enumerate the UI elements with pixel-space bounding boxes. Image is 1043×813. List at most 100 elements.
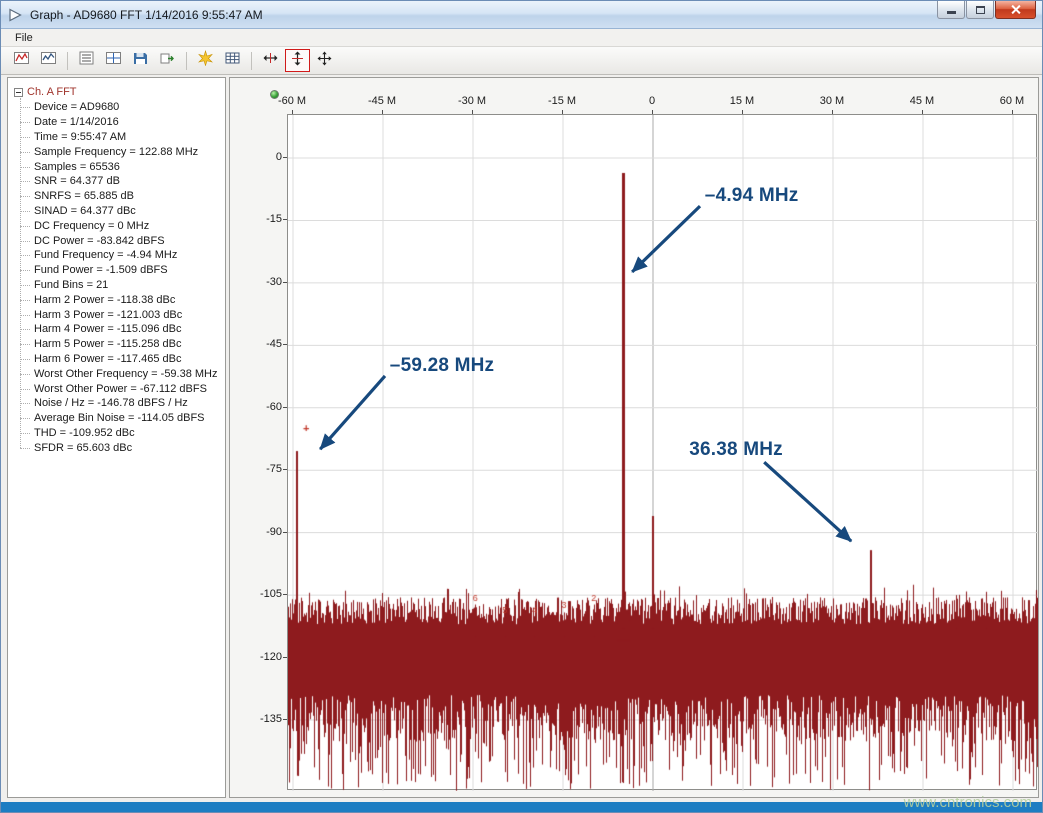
fit-axes-button[interactable] (312, 49, 337, 72)
tree-item-label: Fund Bins = 21 (34, 279, 108, 291)
app-icon (7, 7, 24, 23)
menu-file[interactable]: File (10, 31, 38, 45)
tree-item[interactable]: DC Power = -83.842 dBFS (20, 233, 221, 248)
window-controls (937, 1, 1036, 19)
tree-root-label: Ch. A FFT (27, 86, 77, 98)
tree-item-label: THD = -109.952 dBc (34, 427, 135, 439)
y-axis-label: -120 (238, 651, 282, 664)
save-icon (132, 50, 149, 71)
tree-item-label: Noise / Hz = -146.78 dBFS / Hz (34, 397, 188, 409)
tree-item[interactable]: Harm 6 Power = -117.465 dBc (20, 352, 221, 367)
export-icon (159, 50, 176, 71)
close-icon (1010, 4, 1021, 15)
axis-h-icon (262, 50, 279, 71)
x-axis-label: -60 M (270, 95, 314, 108)
tree-item-label: Worst Other Power = -67.112 dBFS (34, 383, 207, 395)
tree-item[interactable]: Average Bin Noise = -114.05 dBFS (20, 411, 221, 426)
pan-y-button[interactable] (285, 49, 310, 72)
minimize-button[interactable] (937, 1, 965, 19)
x-axis-label: -30 M (450, 95, 494, 108)
app-window: Graph - AD9680 FFT 1/14/2016 9:55:47 AM … (0, 0, 1043, 813)
annotation-label: –59.28 MHz (390, 355, 494, 377)
tree-item[interactable]: Fund Bins = 21 (20, 278, 221, 293)
title-bar[interactable]: Graph - AD9680 FFT 1/14/2016 9:55:47 AM (1, 1, 1042, 29)
tree-item-label: SNR = 64.377 dB (34, 175, 120, 187)
y-axis-label: -75 (238, 463, 282, 476)
minimize-icon (947, 11, 956, 14)
tree-item[interactable]: THD = -109.952 dBc (20, 426, 221, 441)
tree-item-label: Harm 4 Power = -115.096 dBc (34, 323, 181, 335)
grid-button[interactable] (220, 49, 245, 72)
burst-icon (197, 50, 214, 71)
tree-item[interactable]: SINAD = 64.377 dBc (20, 204, 221, 219)
y-axis-label: -15 (238, 213, 282, 226)
fft-plot-panel: -60 M-45 M-30 M-15 M015 M30 M45 M60 M0-1… (229, 77, 1039, 798)
tree-root[interactable]: Ch. A FFT (12, 84, 221, 100)
tree-item[interactable]: Harm 5 Power = -115.258 dBc (20, 337, 221, 352)
pan-x-button[interactable] (258, 49, 283, 72)
tree-item-label: Worst Other Frequency = -59.38 MHz (34, 368, 218, 380)
tree-item-label: Samples = 65536 (34, 161, 120, 173)
tree-item[interactable]: Harm 4 Power = -115.096 dBc (20, 322, 221, 337)
toolbar-separator (186, 52, 187, 70)
time-graph-button[interactable] (36, 49, 61, 72)
toolbar (1, 47, 1042, 75)
x-axis-label: 0 (630, 95, 674, 108)
x-axis-label: 15 M (720, 95, 764, 108)
tree-item[interactable]: SFDR = 65.603 dBc (20, 440, 221, 455)
tree-item[interactable]: Sample Frequency = 122.88 MHz (20, 144, 221, 159)
save-button[interactable] (128, 49, 153, 72)
tree-item[interactable]: Samples = 65536 (20, 159, 221, 174)
tree-item[interactable]: Fund Frequency = -4.94 MHz (20, 248, 221, 263)
tree-item-label: Date = 1/14/2016 (34, 116, 119, 128)
collapse-icon[interactable] (14, 88, 23, 97)
tree-item-label: Fund Power = -1.509 dBFS (34, 264, 168, 276)
tree-item[interactable]: Worst Other Power = -67.112 dBFS (20, 381, 221, 396)
close-button[interactable] (995, 1, 1036, 19)
fft-graph-button[interactable] (9, 49, 34, 72)
chart-gray-icon (40, 50, 57, 71)
x-axis-label: 30 M (810, 95, 854, 108)
tree-item-label: Time = 9:55:47 AM (34, 131, 126, 143)
y-axis-label: -105 (238, 588, 282, 601)
menu-bar: File (1, 29, 1042, 47)
autoscale-button[interactable] (193, 49, 218, 72)
fft-spectrum-canvas[interactable] (288, 115, 1038, 791)
tree-item[interactable]: Harm 3 Power = -121.003 dBc (20, 307, 221, 322)
export-button[interactable] (155, 49, 180, 72)
tree-item-label: Harm 3 Power = -121.003 dBc (34, 309, 182, 321)
tree-item[interactable]: Noise / Hz = -146.78 dBFS / Hz (20, 396, 221, 411)
annotation-label: –4.94 MHz (705, 185, 799, 207)
y-axis-label: -60 (238, 401, 282, 414)
y-axis-label: 0 (238, 151, 282, 164)
tree-item[interactable]: DC Frequency = 0 MHz (20, 218, 221, 233)
properties-list-button[interactable] (74, 49, 99, 72)
y-axis-label: -135 (238, 713, 282, 726)
grid-icon (224, 50, 241, 71)
tree-item[interactable]: Worst Other Frequency = -59.38 MHz (20, 366, 221, 381)
chart-red-icon (13, 50, 30, 71)
content-area: Ch. A FFT Device = AD9680Date = 1/14/201… (1, 75, 1042, 800)
tree-item-label: Harm 5 Power = -115.258 dBc (34, 338, 181, 350)
cursor-button[interactable] (101, 49, 126, 72)
tree-item[interactable]: Date = 1/14/2016 (20, 115, 221, 130)
axis-v-icon (289, 50, 306, 71)
y-axis-label: -30 (238, 276, 282, 289)
list-icon (78, 50, 95, 71)
tree-item[interactable]: SNR = 64.377 dB (20, 174, 221, 189)
tree-item-label: Harm 6 Power = -117.465 dBc (34, 353, 181, 365)
fft-chart-area[interactable] (287, 114, 1037, 790)
watermark: www.cntronics.com (904, 794, 1032, 811)
tree-item[interactable]: Time = 9:55:47 AM (20, 130, 221, 145)
tree-item-label: SNRFS = 65.885 dB (34, 190, 134, 202)
tree-item-label: Sample Frequency = 122.88 MHz (34, 146, 198, 158)
cursor-icon (105, 50, 122, 71)
fft-results-tree: Ch. A FFT Device = AD9680Date = 1/14/201… (7, 77, 226, 798)
maximize-button[interactable] (966, 1, 994, 19)
axis-both-icon (316, 50, 333, 71)
tree-item-label: SFDR = 65.603 dBc (34, 442, 132, 454)
tree-item[interactable]: Fund Power = -1.509 dBFS (20, 263, 221, 278)
tree-item[interactable]: Harm 2 Power = -118.38 dBc (20, 292, 221, 307)
tree-item[interactable]: Device = AD9680 (20, 100, 221, 115)
tree-item[interactable]: SNRFS = 65.885 dB (20, 189, 221, 204)
